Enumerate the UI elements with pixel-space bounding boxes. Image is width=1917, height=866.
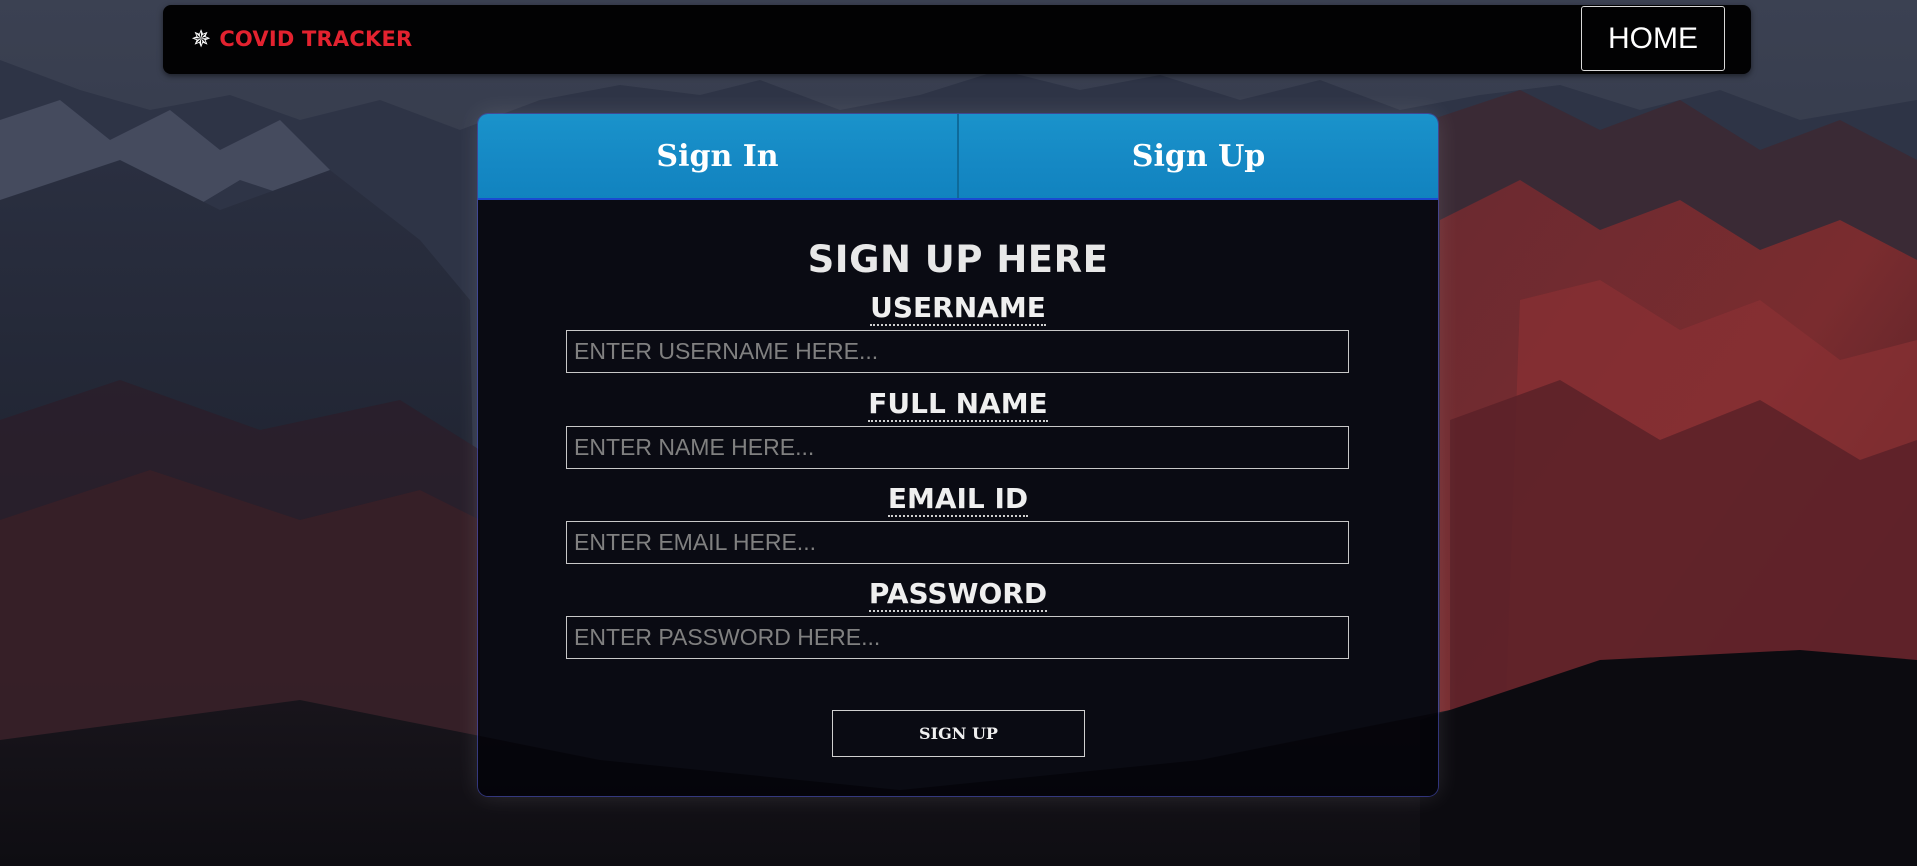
username-label: USERNAME xyxy=(478,291,1438,326)
form-title: SIGN UP HERE xyxy=(807,238,1109,281)
username-label-text: USERNAME xyxy=(870,291,1046,326)
brand-title: COVID TRACKER xyxy=(219,27,413,51)
sign-up-button[interactable]: SIGN UP xyxy=(832,710,1085,757)
full-name-label-text: FULL NAME xyxy=(868,387,1048,422)
password-label-text: PASSWORD xyxy=(868,577,1048,612)
tab-sign-in[interactable]: Sign In xyxy=(478,114,957,198)
top-navbar: ✵ COVID TRACKER HOME xyxy=(163,5,1751,74)
virus-icon: ✵ xyxy=(191,25,212,53)
password-input[interactable] xyxy=(566,616,1349,659)
email-label: EMAIL ID xyxy=(478,482,1438,517)
auth-card: Sign In Sign Up SIGN UP HERE USERNAME FU… xyxy=(478,114,1438,796)
auth-tabs: Sign In Sign Up xyxy=(478,114,1438,198)
email-input[interactable] xyxy=(566,521,1349,564)
full-name-input[interactable] xyxy=(566,426,1349,469)
username-input[interactable] xyxy=(566,330,1349,373)
signup-form: SIGN UP HERE USERNAME FULL NAME EMAIL ID… xyxy=(478,198,1438,796)
tab-sign-up[interactable]: Sign Up xyxy=(957,114,1438,198)
full-name-label: FULL NAME xyxy=(478,387,1438,422)
brand-logo-link[interactable]: ✵ COVID TRACKER xyxy=(191,27,412,51)
email-label-text: EMAIL ID xyxy=(887,482,1029,517)
home-button[interactable]: HOME xyxy=(1581,6,1725,71)
password-label: PASSWORD xyxy=(478,577,1438,612)
